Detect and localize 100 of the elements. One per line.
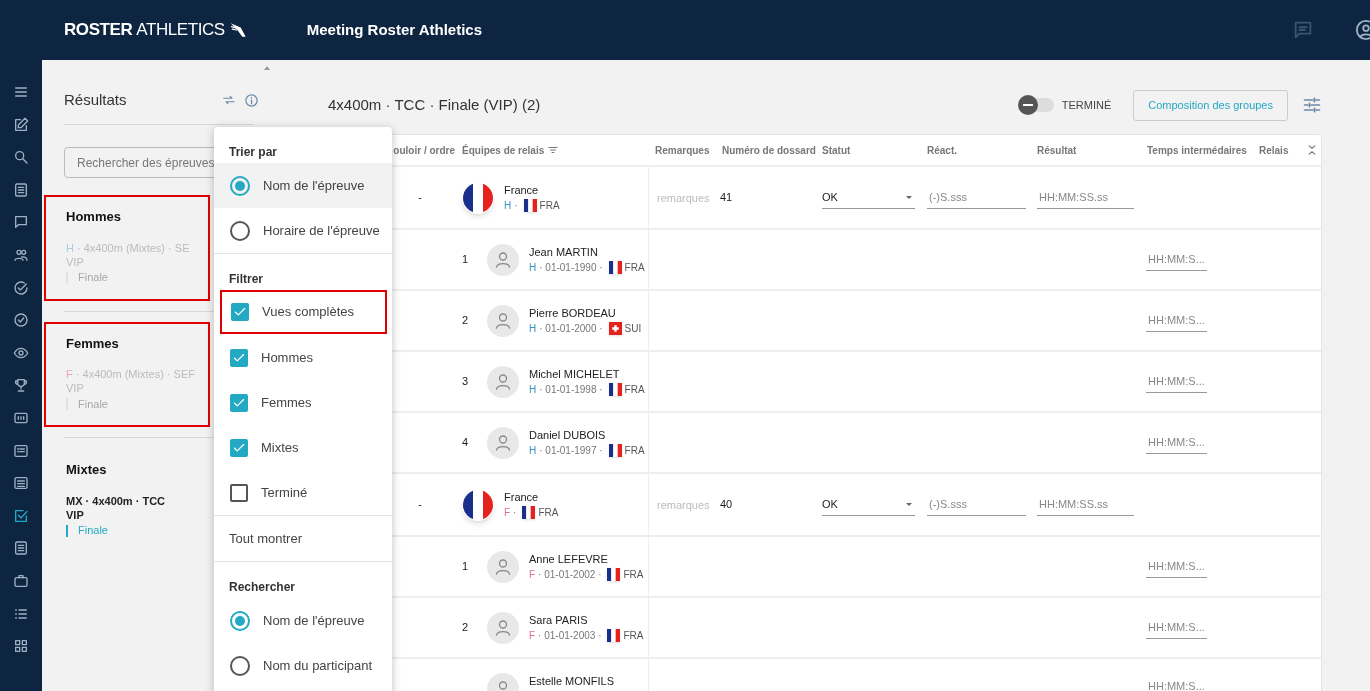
athlete-details: H · <box>504 199 519 214</box>
result-field[interactable]: HH:MM:SS.ss <box>1037 186 1134 209</box>
column-header[interactable]: Temps intermédaires <box>1147 142 1247 158</box>
order-number: 2 <box>462 313 470 329</box>
document-icon[interactable] <box>13 181 29 198</box>
remarks-field[interactable]: remarques <box>655 186 711 209</box>
radio-button[interactable] <box>230 610 250 631</box>
column-header[interactable]: Statut <box>822 142 851 158</box>
info-icon <box>244 92 259 108</box>
athlete-details: H · 01-01-1997 · <box>529 444 604 459</box>
filter-icon <box>547 144 560 156</box>
result-field[interactable]: HH:MM:SS.ss <box>1037 493 1134 516</box>
order-number: 2 <box>462 620 470 636</box>
list-icon[interactable] <box>13 475 29 492</box>
column-header[interactable]: Équipes de relais <box>462 142 545 158</box>
caret-icon <box>905 501 913 507</box>
check-circle-icon[interactable] <box>13 279 29 296</box>
country-code: FRA <box>623 629 644 644</box>
split-time-field[interactable]: HH:MM:S... <box>1146 616 1207 639</box>
avatar-icon <box>487 426 519 459</box>
column-header[interactable]: ouloir / ordre <box>393 142 455 158</box>
trophy-icon[interactable] <box>13 377 29 394</box>
check-circle-icon[interactable] <box>13 312 29 329</box>
menu-item[interactable]: Mixtes <box>214 425 392 470</box>
split-time-field[interactable]: HH:MM:S... <box>1146 370 1207 393</box>
page-title: 4x400m · TCC · Finale (VIP) (2) <box>328 94 541 115</box>
toggle-label: TERMINÉ <box>1061 97 1112 113</box>
menu-section-title: Filtrer <box>228 271 264 288</box>
panel-title: Résultats <box>64 89 127 110</box>
athlete-details: F · 01-01-2003 · <box>529 629 603 644</box>
column-header[interactable]: Résultat <box>1037 142 1077 158</box>
split-time-field[interactable]: HH:MM:S... <box>1146 555 1207 578</box>
reaction-field[interactable]: (-)S.sss <box>927 186 1026 209</box>
avatar-icon <box>487 550 519 583</box>
athlete-name: Jean MARTIN <box>529 244 599 260</box>
status-select[interactable]: OK <box>822 186 915 209</box>
bib-number: 40 <box>720 497 733 513</box>
split-time-field[interactable]: HH:MM:S... <box>1146 309 1207 332</box>
country-code: FRA <box>624 261 645 276</box>
status-select[interactable]: OK <box>822 493 915 516</box>
remarks-field[interactable]: remarques <box>655 493 711 516</box>
event-title[interactable]: MX · 4x400m · TCC <box>66 493 206 508</box>
menu-item[interactable]: Horaire de l'épreuve <box>214 208 392 253</box>
checkbox[interactable] <box>230 348 248 367</box>
column-header[interactable]: Numéro de dossard <box>722 142 816 158</box>
order-number: 1 <box>462 559 470 575</box>
column-header[interactable]: Remarques <box>655 142 710 158</box>
athlete-details: F · <box>504 506 518 521</box>
menu-icon[interactable] <box>13 84 29 100</box>
group-title: Mixtes <box>66 461 108 479</box>
split-time-field[interactable]: HH:MM:S... <box>1146 248 1207 271</box>
menu-item[interactable]: Hommes <box>214 335 392 380</box>
tune-icon[interactable] <box>1302 95 1322 115</box>
athlete-name: Pierre BORDEAU <box>529 305 617 321</box>
flag-icon <box>608 444 622 458</box>
flag-icon <box>608 261 622 275</box>
team-name: France <box>504 489 540 505</box>
edit-icon[interactable] <box>13 116 29 133</box>
chat-icon[interactable] <box>13 214 29 231</box>
menu-item[interactable]: Tout montrer <box>214 516 392 561</box>
list-icon[interactable] <box>13 442 29 459</box>
checkbox[interactable] <box>231 303 249 321</box>
briefcase-icon[interactable] <box>13 572 29 589</box>
grid-icon[interactable] <box>13 638 29 655</box>
radio-button[interactable] <box>230 655 250 676</box>
toggle-switch[interactable] <box>1019 98 1054 112</box>
swap-arrows-icon <box>222 93 236 107</box>
athlete-name: Estelle MONFILS <box>529 674 614 689</box>
column-header[interactable]: Réact. <box>927 142 957 158</box>
split-time-field[interactable]: HH:MM:S... <box>1146 431 1207 454</box>
lane-text: - <box>418 497 422 513</box>
country-code: SUI <box>624 322 642 337</box>
split-time-field[interactable]: HH:MM:S... <box>1146 675 1207 691</box>
group-title: Femmes <box>66 334 120 353</box>
radio-button[interactable] <box>230 175 250 196</box>
round-link[interactable]: Finale <box>78 522 108 539</box>
menu-item[interactable]: Nom de l'épreuve <box>214 598 392 643</box>
event-subtitle: VIP <box>66 507 85 522</box>
groups-button[interactable]: Composition des groupes <box>1133 89 1288 121</box>
checkbox[interactable] <box>230 393 248 412</box>
search-icon[interactable] <box>13 149 29 166</box>
reaction-field[interactable]: (-)S.sss <box>927 493 1026 516</box>
checkbox[interactable] <box>230 483 248 502</box>
order-number: 3 <box>462 374 470 390</box>
checkbox[interactable] <box>230 438 248 457</box>
athlete-name: Daniel DUBOIS <box>529 427 607 443</box>
menu-item[interactable]: Nom du participant <box>214 643 392 688</box>
menu-item[interactable]: Femmes <box>214 380 392 425</box>
country-code: FRA <box>538 506 559 521</box>
column-header[interactable]: Relais <box>1259 142 1289 158</box>
lane-text: - <box>418 190 422 206</box>
caret-icon <box>905 194 913 200</box>
country-code: FRA <box>624 444 645 459</box>
flag-icon <box>608 383 622 397</box>
document-icon[interactable] <box>13 540 29 557</box>
menu-item[interactable]: Terminé <box>214 470 392 515</box>
menu-item[interactable]: Nom de l'épreuve <box>214 163 392 208</box>
checkbox-icon[interactable] <box>13 507 29 524</box>
avatar-icon <box>487 304 519 337</box>
radio-button[interactable] <box>230 220 250 241</box>
